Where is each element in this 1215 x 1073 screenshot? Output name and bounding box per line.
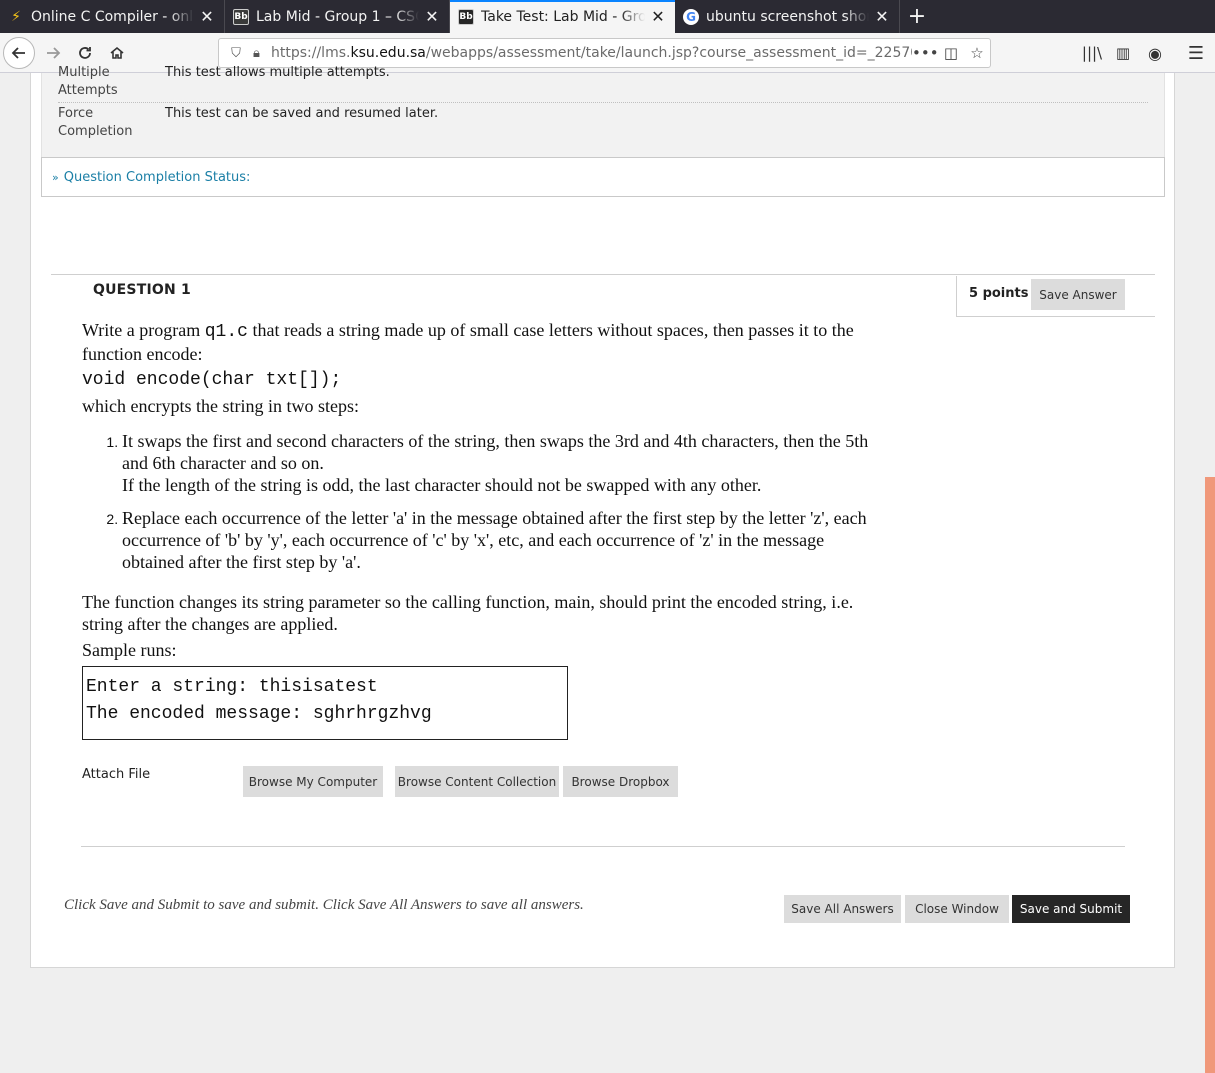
close-tab-icon[interactable]: ✕ [423,7,441,26]
save-answer-button[interactable]: Save Answer [1031,279,1125,310]
home-icon [110,46,124,59]
divider [58,102,1148,103]
browse-my-computer-button[interactable]: Browse My Computer [243,766,383,797]
tab-ubuntu-screenshot[interactable]: G ubuntu screenshot shortcut ✕ [675,0,900,33]
list-item: It swaps the first and second characters… [122,430,882,496]
back-button[interactable] [3,37,35,69]
page-actions-icon[interactable]: ••• [912,44,939,62]
question-points-box: 5 points Save Answer [956,276,1155,317]
question-intro: Write a program q1.c that reads a string… [82,320,854,364]
force-completion-row: Force Completion This test can be saved … [58,105,1148,145]
tab-title: Online C Compiler - online editor [31,8,194,25]
bolt-icon: ⚡ [11,8,21,25]
save-and-submit-button[interactable]: Save and Submit [1012,895,1130,923]
changes-text: The function changes its string paramete… [82,592,854,634]
save-all-answers-button[interactable]: Save All Answers [784,895,901,923]
question-completion-status[interactable]: » Question Completion Status: [41,157,1165,197]
scrollbar[interactable] [1205,73,1215,1073]
force-completion-value: This test can be saved and resumed later… [165,106,439,121]
close-tab-icon[interactable]: ✕ [649,7,667,26]
scrollbar-thumb[interactable] [1205,477,1215,1073]
question-text: Write a program q1.c that reads a string… [82,319,882,661]
lock-icon[interactable]: 🔒︎ [253,46,271,61]
menu-icon[interactable]: ☰ [1180,37,1212,69]
page-content: Multiple Attempts This test allows multi… [0,65,1215,1000]
pocket-icon[interactable]: ◫ [938,44,964,62]
tab-online-compiler[interactable]: ⚡ Online C Compiler - online editor ✕ [0,0,225,33]
sample-runs-label: Sample runs: [82,640,177,660]
attach-file-label: Attach File [82,767,151,782]
multiple-attempts-row: Multiple Attempts This test allows multi… [58,64,1148,102]
list-item: Replace each occurrence of the letter 'a… [122,507,882,573]
browse-dropbox-button[interactable]: Browse Dropbox [563,766,678,797]
arrow-left-icon [11,47,25,59]
blackboard-icon: Bb [458,8,474,25]
test-panel: Multiple Attempts This test allows multi… [30,65,1175,968]
browse-content-collection-button[interactable]: Browse Content Collection [395,766,559,797]
tab-strip: ⚡ Online C Compiler - online editor ✕ Bb… [0,0,1215,33]
url-text[interactable]: https://lms.ksu.edu.sa/webapps/assessmen… [271,45,912,61]
multiple-attempts-value: This test allows multiple attempts. [165,65,390,80]
test-information: Multiple Attempts This test allows multi… [41,65,1165,157]
completion-status-link[interactable]: Question Completion Status: [64,170,251,185]
function-signature: void encode(char txt[]); [82,370,342,390]
google-icon: G [683,8,699,25]
chevron-down-icon: » [52,170,59,184]
question-points: 5 points [969,286,1029,301]
steps-list: It swaps the first and second characters… [82,430,882,573]
bookmark-star-icon[interactable]: ☆ [964,44,990,62]
sample-line: Enter a string: thisisatest [86,677,378,697]
submit-instructions: Click Save and Submit to save and submit… [64,897,584,913]
encrypts-text: which encrypts the string in two steps: [82,396,359,416]
reload-icon [79,47,91,59]
tracking-shield-icon[interactable]: ⛉ [219,46,253,61]
sample-run-box: Enter a string: thisisatest The encoded … [82,666,568,740]
blackboard-icon: Bb [233,8,249,25]
close-tab-icon[interactable]: ✕ [873,7,891,26]
force-completion-label: Force Completion [58,106,133,139]
footer-divider [81,846,1125,847]
filename-code: q1.c [204,322,248,342]
sample-line: The encoded message: sghrhrgzhvg [86,704,432,724]
close-tab-icon[interactable]: ✕ [198,7,216,26]
question-divider [51,274,1155,275]
question-title: QUESTION 1 [93,282,191,298]
tab-title: Lab Mid - Group 1 – CSC215 [256,8,419,25]
arrow-right-icon [47,47,61,59]
multiple-attempts-label: Multiple Attempts [58,65,118,98]
new-tab-button[interactable]: + [900,0,934,33]
tab-title: Take Test: Lab Mid - Group 1 [481,8,645,25]
close-window-button[interactable]: Close Window [905,895,1009,923]
tab-take-test[interactable]: Bb Take Test: Lab Mid - Group 1 ✕ [450,0,675,33]
tab-title: ubuntu screenshot shortcut [706,8,869,25]
tab-lab-mid[interactable]: Bb Lab Mid - Group 1 – CSC215 ✕ [225,0,450,33]
